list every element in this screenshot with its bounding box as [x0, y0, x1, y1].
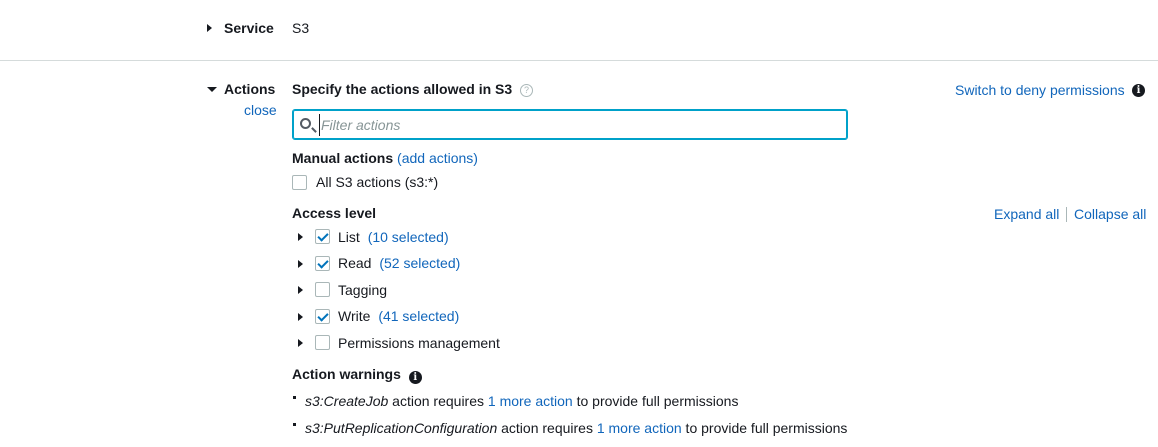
- warning-action-name: s3:PutReplicationConfiguration: [305, 420, 498, 436]
- manual-actions-header: Manual actions (add actions): [292, 150, 478, 166]
- warning-item: s3:PutReplicationConfiguration action re…: [305, 420, 847, 436]
- link-separator: [1066, 207, 1067, 222]
- search-icon: [300, 118, 311, 129]
- write-checkbox[interactable]: [315, 309, 330, 324]
- more-action-link[interactable]: 1 more action: [597, 420, 682, 436]
- tagging-expand-caret[interactable]: [298, 286, 303, 294]
- actions-close-link[interactable]: close: [244, 102, 277, 118]
- access-row-list[interactable]: List (10 selected): [338, 229, 449, 245]
- section-divider: [0, 60, 1158, 61]
- access-row-permissions-management[interactable]: Permissions management: [338, 335, 500, 351]
- warning-text-post: to provide full permissions: [681, 420, 848, 436]
- access-level-name: Write: [338, 308, 371, 324]
- warning-text-pre: action requires: [388, 393, 488, 409]
- collapse-all-link[interactable]: Collapse all: [1074, 206, 1146, 222]
- bullet-icon: [293, 396, 296, 399]
- service-expand-caret[interactable]: [207, 24, 212, 32]
- switch-to-deny-link[interactable]: Switch to deny permissions: [955, 82, 1125, 98]
- service-value: S3: [292, 20, 310, 36]
- access-level-title: Access level: [292, 205, 377, 221]
- manual-actions-title: Manual actions: [292, 150, 394, 166]
- access-level-name: Permissions management: [338, 335, 500, 351]
- warning-text-post: to provide full permissions: [572, 393, 739, 409]
- warning-text-pre: action requires: [497, 420, 597, 436]
- actions-label[interactable]: Actions: [224, 81, 275, 97]
- all-s3-actions-checkbox[interactable]: [292, 175, 307, 190]
- write-expand-caret[interactable]: [298, 313, 303, 321]
- expand-all-link[interactable]: Expand all: [994, 206, 1059, 222]
- action-warnings-title: Action warnings i: [292, 366, 422, 384]
- access-row-write[interactable]: Write (41 selected): [338, 308, 459, 324]
- selected-count-link[interactable]: (10 selected): [368, 229, 449, 245]
- all-s3-actions-label[interactable]: All S3 actions (s3:*): [316, 174, 438, 190]
- tagging-checkbox[interactable]: [315, 282, 330, 297]
- filter-actions-input[interactable]: [319, 114, 839, 136]
- selected-count-link[interactable]: (52 selected): [379, 255, 460, 271]
- access-level-name: Read: [338, 255, 372, 271]
- filter-actions-box[interactable]: [292, 109, 848, 140]
- warning-action-name: s3:CreateJob: [305, 393, 389, 409]
- add-actions-link[interactable]: (add actions): [397, 150, 478, 166]
- question-circle-icon[interactable]: ?: [520, 84, 534, 97]
- list-checkbox[interactable]: [315, 229, 330, 244]
- list-expand-caret[interactable]: [298, 233, 303, 241]
- access-row-tagging[interactable]: Tagging: [338, 282, 387, 298]
- info-circle-icon[interactable]: i: [408, 371, 422, 384]
- bullet-icon: [293, 423, 296, 426]
- selected-count-link[interactable]: (41 selected): [378, 308, 459, 324]
- permissions-expand-caret[interactable]: [298, 339, 303, 347]
- actions-heading: Specify the actions allowed in S3 ?: [292, 81, 534, 97]
- permissions-checkbox[interactable]: [315, 335, 330, 350]
- action-warnings-title-text: Action warnings: [292, 366, 401, 382]
- access-level-name: List: [338, 229, 360, 245]
- access-row-read[interactable]: Read (52 selected): [338, 255, 460, 271]
- more-action-link[interactable]: 1 more action: [488, 393, 573, 409]
- read-expand-caret[interactable]: [298, 260, 303, 268]
- service-label[interactable]: Service: [224, 20, 274, 36]
- access-level-name: Tagging: [338, 282, 388, 298]
- warning-item: s3:CreateJob action requires 1 more acti…: [305, 393, 738, 409]
- actions-heading-text: Specify the actions allowed in S3: [292, 81, 513, 97]
- actions-collapse-caret[interactable]: [207, 87, 217, 92]
- info-circle-icon[interactable]: i: [1132, 84, 1145, 97]
- read-checkbox[interactable]: [315, 256, 330, 271]
